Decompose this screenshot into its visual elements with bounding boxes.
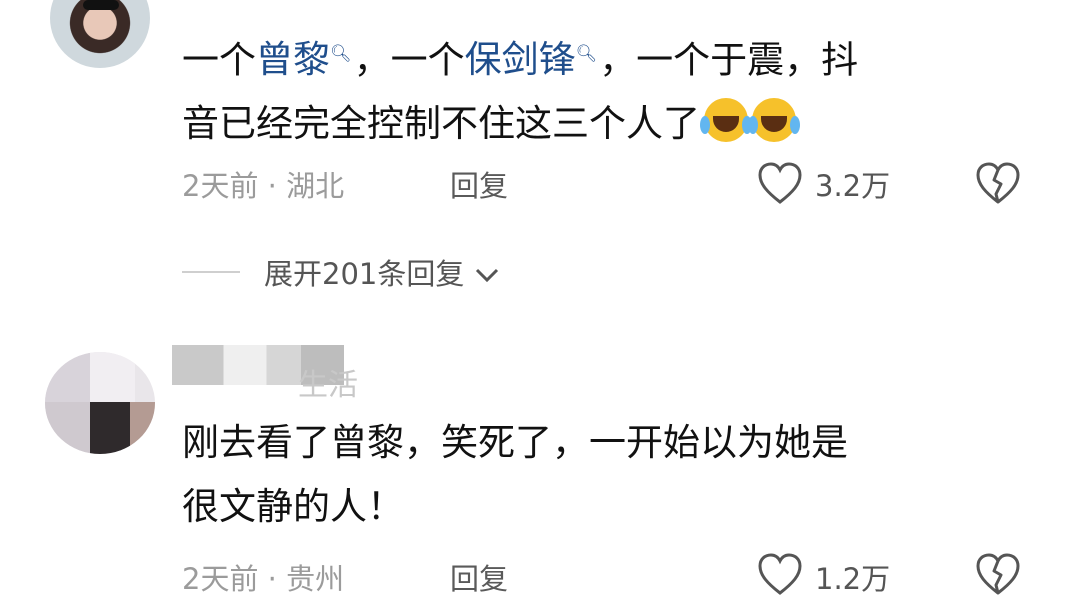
comment-text-segment: ，一个于震，抖 <box>599 38 859 82</box>
avatar-glasses <box>83 0 119 10</box>
search-icon: 🔍︎ <box>330 44 352 64</box>
comment-meta: 2天前 · 贵州 <box>182 562 345 596</box>
like-count: 3.2万 <box>815 169 891 203</box>
comment-text: 一个曾黎🔍︎，一个保剑锋🔍︎，一个于震，抖 音已经完全控制不住这三个人了 <box>182 22 1042 156</box>
comment-text-line: 很文静的人！ <box>182 485 404 528</box>
mention-link[interactable]: 保剑锋🔍︎ <box>465 38 600 81</box>
search-icon: 🔍︎ <box>575 44 598 64</box>
comment-text-segment: ，一个 <box>353 38 465 82</box>
comment-text-segment: 音已经完全控制不住这三个人了 <box>182 102 700 146</box>
like-count: 1.2万 <box>815 562 891 596</box>
chevron-down-icon <box>474 257 500 291</box>
comment-text-line: 刚去看了曾黎，笑死了，一开始以为她是 <box>182 421 848 464</box>
broken-heart-icon[interactable] <box>975 162 1021 206</box>
laughing-crying-emoji-icon <box>700 98 752 143</box>
broken-heart-icon[interactable] <box>975 553 1021 597</box>
avatar[interactable] <box>45 352 155 454</box>
comment-text: 刚去看了曾黎，笑死了，一开始以为她是 很文静的人！ <box>182 411 1042 539</box>
heart-outline-icon[interactable] <box>757 162 803 206</box>
username-partial: 生活 <box>298 368 358 403</box>
expand-replies-button[interactable]: 展开201条回复 <box>264 251 500 293</box>
comment-text-segment: 一个 <box>182 38 256 82</box>
avatar[interactable] <box>50 0 150 68</box>
mention-link[interactable]: 曾黎🔍︎ <box>256 38 354 81</box>
heart-outline-icon[interactable] <box>757 553 803 597</box>
comment-meta: 2天前 · 湖北 <box>182 169 345 203</box>
reply-button[interactable]: 回复 <box>450 163 508 205</box>
laughing-crying-emoji-icon <box>748 98 800 143</box>
reply-button[interactable]: 回复 <box>450 556 508 598</box>
expand-replies-label: 展开201条回复 <box>264 257 465 291</box>
divider <box>182 271 240 273</box>
